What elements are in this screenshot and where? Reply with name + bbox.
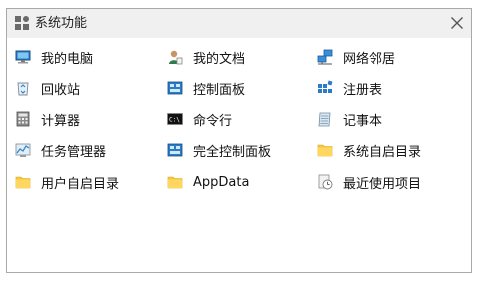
monitor-icon	[15, 49, 31, 65]
folder-icon	[15, 174, 31, 190]
item-control-panel[interactable]: 控制面板	[167, 77, 245, 99]
command-prompt-icon: C:\	[167, 111, 183, 127]
control-panel-icon	[167, 142, 183, 158]
item-label: 命令行	[193, 113, 233, 129]
item-network[interactable]: 网络邻居	[317, 46, 395, 68]
title-bar: 系统功能	[7, 9, 471, 38]
system-functions-window: 系统功能 我的电脑 我的文档 网络邻居 回收站 控制面板 注册表 计算器 C:\…	[6, 8, 472, 273]
item-label: 最近使用项目	[343, 176, 422, 192]
item-command-prompt[interactable]: C:\ 命令行	[167, 108, 232, 130]
item-my-computer[interactable]: 我的电脑	[15, 46, 93, 68]
calculator-icon	[15, 111, 31, 127]
item-label: 记事本	[343, 113, 383, 129]
item-task-manager[interactable]: 任务管理器	[15, 139, 106, 161]
registry-icon	[317, 80, 333, 96]
network-icon	[317, 49, 333, 65]
item-system-startup-folder[interactable]: 系统自启目录	[317, 139, 421, 161]
item-calculator[interactable]: 计算器	[15, 108, 80, 130]
item-label: 控制面板	[193, 82, 246, 98]
item-user-startup-folder[interactable]: 用户自启目录	[15, 171, 119, 193]
user-document-icon	[167, 49, 183, 65]
item-label: 用户自启目录	[41, 176, 120, 192]
control-panel-icon	[167, 80, 183, 96]
item-my-documents[interactable]: 我的文档	[167, 46, 245, 68]
folder-icon	[317, 142, 333, 158]
item-notepad[interactable]: 记事本	[317, 108, 382, 130]
item-full-control-panel[interactable]: 完全控制面板	[167, 139, 271, 161]
item-label: 注册表	[343, 82, 383, 98]
item-label: 回收站	[41, 82, 81, 98]
item-recent-items[interactable]: 最近使用项目	[317, 171, 421, 193]
notepad-icon	[317, 111, 333, 127]
item-label: 完全控制面板	[193, 144, 272, 160]
close-button[interactable]	[446, 12, 468, 34]
item-label: 网络邻居	[343, 51, 396, 67]
recycle-bin-icon	[15, 80, 31, 96]
close-icon	[451, 17, 463, 29]
item-label: 任务管理器	[41, 144, 107, 160]
item-appdata-folder[interactable]: AppData	[167, 171, 249, 193]
item-recycle-bin[interactable]: 回收站	[15, 77, 80, 99]
item-label: 我的电脑	[41, 51, 94, 67]
svg-text:C:\: C:\	[169, 117, 180, 124]
recent-items-icon	[317, 174, 333, 190]
item-label: AppData	[193, 174, 250, 190]
item-label: 系统自启目录	[343, 144, 422, 160]
task-manager-icon	[15, 142, 31, 158]
item-label: 我的文档	[193, 51, 246, 67]
window-title: 系统功能	[35, 16, 88, 31]
folder-icon	[167, 174, 183, 190]
item-registry[interactable]: 注册表	[317, 77, 382, 99]
item-label: 计算器	[41, 113, 81, 129]
app-icon	[15, 16, 29, 30]
